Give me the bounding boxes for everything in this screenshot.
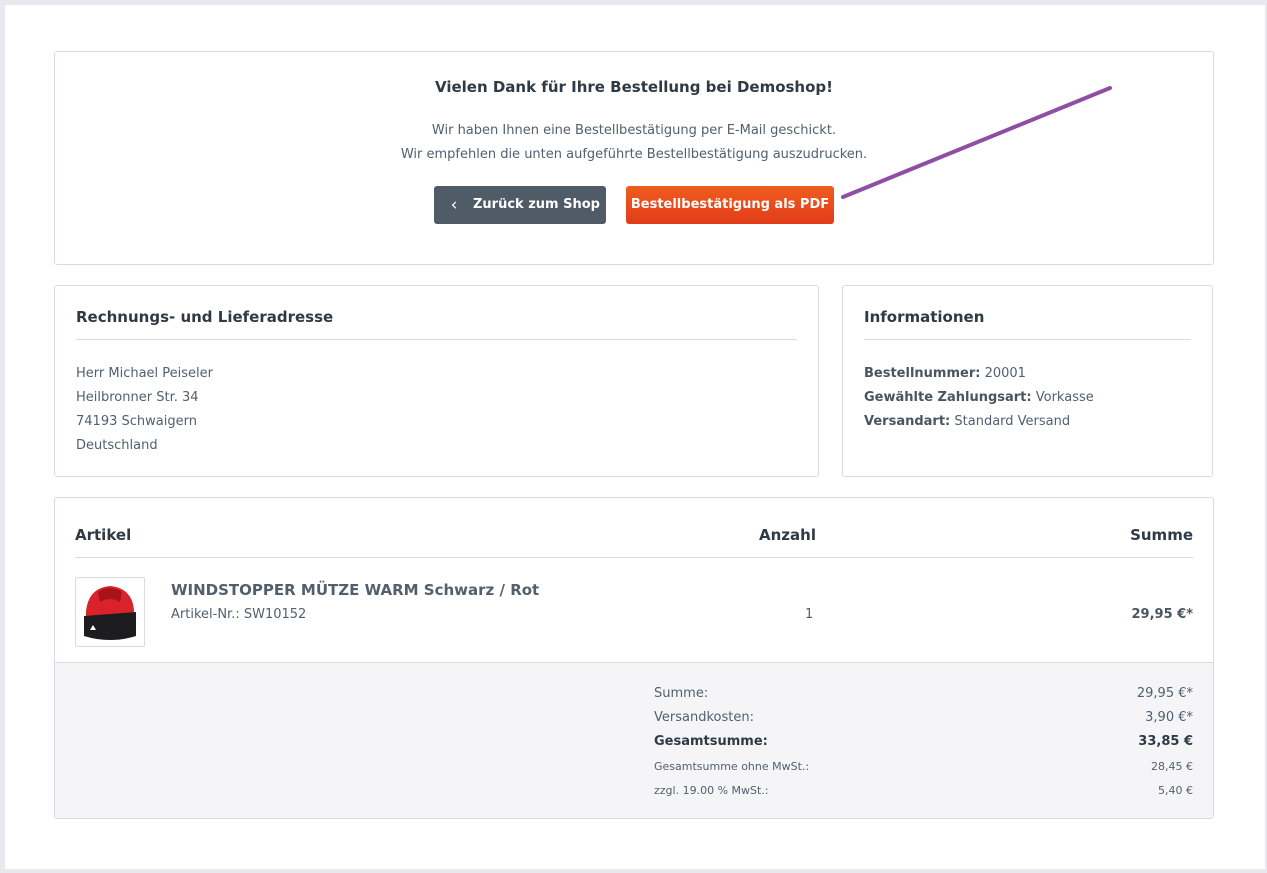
order-number-row: Bestellnummer: 20001 <box>864 362 1094 386</box>
column-quantity: Anzahl <box>759 526 816 544</box>
payment-label: Gewählte Zahlungsart: <box>864 390 1032 405</box>
subtotal-row: Summe: 29,95 €* <box>654 686 1193 706</box>
grand-total-value: 33,85 € <box>1138 734 1193 749</box>
product-price: 29,95 €* <box>1131 607 1194 622</box>
information-panel: Informationen Bestellnummer: 20001 Gewäh… <box>842 285 1213 477</box>
payment-value: Vorkasse <box>1035 390 1094 405</box>
product-number: Artikel-Nr.: SW10152 <box>171 607 307 622</box>
product-quantity: 1 <box>805 607 814 622</box>
shipping-label: Versandart: <box>864 414 951 429</box>
vat-row: zzgl. 19.00 % MwSt.: 5,40 € <box>654 784 1193 804</box>
information-lines: Bestellnummer: 20001 Gewählte Zahlungsar… <box>864 362 1094 434</box>
order-number-value: 20001 <box>984 366 1026 381</box>
address-city: 74193 Schwaigern <box>76 414 197 429</box>
net-total-row: Gesamtsumme ohne MwSt.: 28,45 € <box>654 760 1193 780</box>
address-name: Herr Michael Peiseler <box>76 366 214 381</box>
pdf-confirmation-button[interactable]: Bestellbestätigung als PDF <box>626 186 834 224</box>
vat-label: zzgl. 19.00 % MwSt.: <box>654 784 769 797</box>
address-title: Rechnungs- und Lieferadresse <box>76 308 797 340</box>
shipping-cost-label: Versandkosten: <box>654 710 754 725</box>
print-recommendation-text: Wir empfehlen die unten aufgeführte Best… <box>400 147 868 162</box>
column-sum: Summe <box>1130 526 1193 544</box>
product-name[interactable]: WINDSTOPPER MÜTZE WARM Schwarz / Rot <box>171 581 539 599</box>
chevron-left-icon: ‹ <box>450 195 458 215</box>
net-total-value: 28,45 € <box>1151 760 1193 773</box>
payment-row: Gewählte Zahlungsart: Vorkasse <box>864 386 1094 410</box>
vat-value: 5,40 € <box>1158 784 1193 797</box>
table-row: WINDSTOPPER MÜTZE WARM Schwarz / Rot Art… <box>55 559 1213 661</box>
column-article: Artikel <box>75 526 132 544</box>
address-country: Deutschland <box>76 438 158 453</box>
information-title: Informationen <box>864 308 1191 340</box>
order-number-label: Bestellnummer: <box>864 366 981 381</box>
address-panel: Rechnungs- und Lieferadresse Herr Michae… <box>54 285 819 477</box>
table-header: Artikel Anzahl Summe <box>75 526 1193 558</box>
net-total-label: Gesamtsumme ohne MwSt.: <box>654 760 810 773</box>
back-to-shop-button[interactable]: ‹ Zurück zum Shop <box>434 186 606 224</box>
product-image[interactable] <box>75 577 145 647</box>
back-to-shop-label: Zurück zum Shop <box>473 197 600 212</box>
address-street: Heilbronner Str. 34 <box>76 390 199 405</box>
thank-you-panel: Vielen Dank für Ihre Bestellung bei Demo… <box>54 51 1214 265</box>
address-lines: Herr Michael Peiseler Heilbronner Str. 3… <box>76 362 213 458</box>
shipping-cost-value: 3,90 €* <box>1145 710 1193 725</box>
page: Vielen Dank für Ihre Bestellung bei Demo… <box>5 5 1265 869</box>
thank-you-title: Vielen Dank für Ihre Bestellung bei Demo… <box>434 78 833 96</box>
shipping-row: Versandart: Standard Versand <box>864 410 1094 434</box>
beanie-hat-image <box>84 586 136 640</box>
grand-total-label: Gesamtsumme: <box>654 734 768 749</box>
order-items-panel: Artikel Anzahl Summe WINDSTOPPER MÜTZE W… <box>54 497 1214 819</box>
subtotal-value: 29,95 €* <box>1136 686 1193 701</box>
subtotal-label: Summe: <box>654 686 709 701</box>
grand-total-row: Gesamtsumme: 33,85 € <box>654 734 1193 754</box>
shipping-cost-row: Versandkosten: 3,90 €* <box>654 710 1193 730</box>
totals-section: Summe: 29,95 €* Versandkosten: 3,90 €* G… <box>55 662 1213 818</box>
email-sent-text: Wir haben Ihnen eine Bestellbestätigung … <box>431 123 837 138</box>
shipping-value: Standard Versand <box>954 414 1071 429</box>
